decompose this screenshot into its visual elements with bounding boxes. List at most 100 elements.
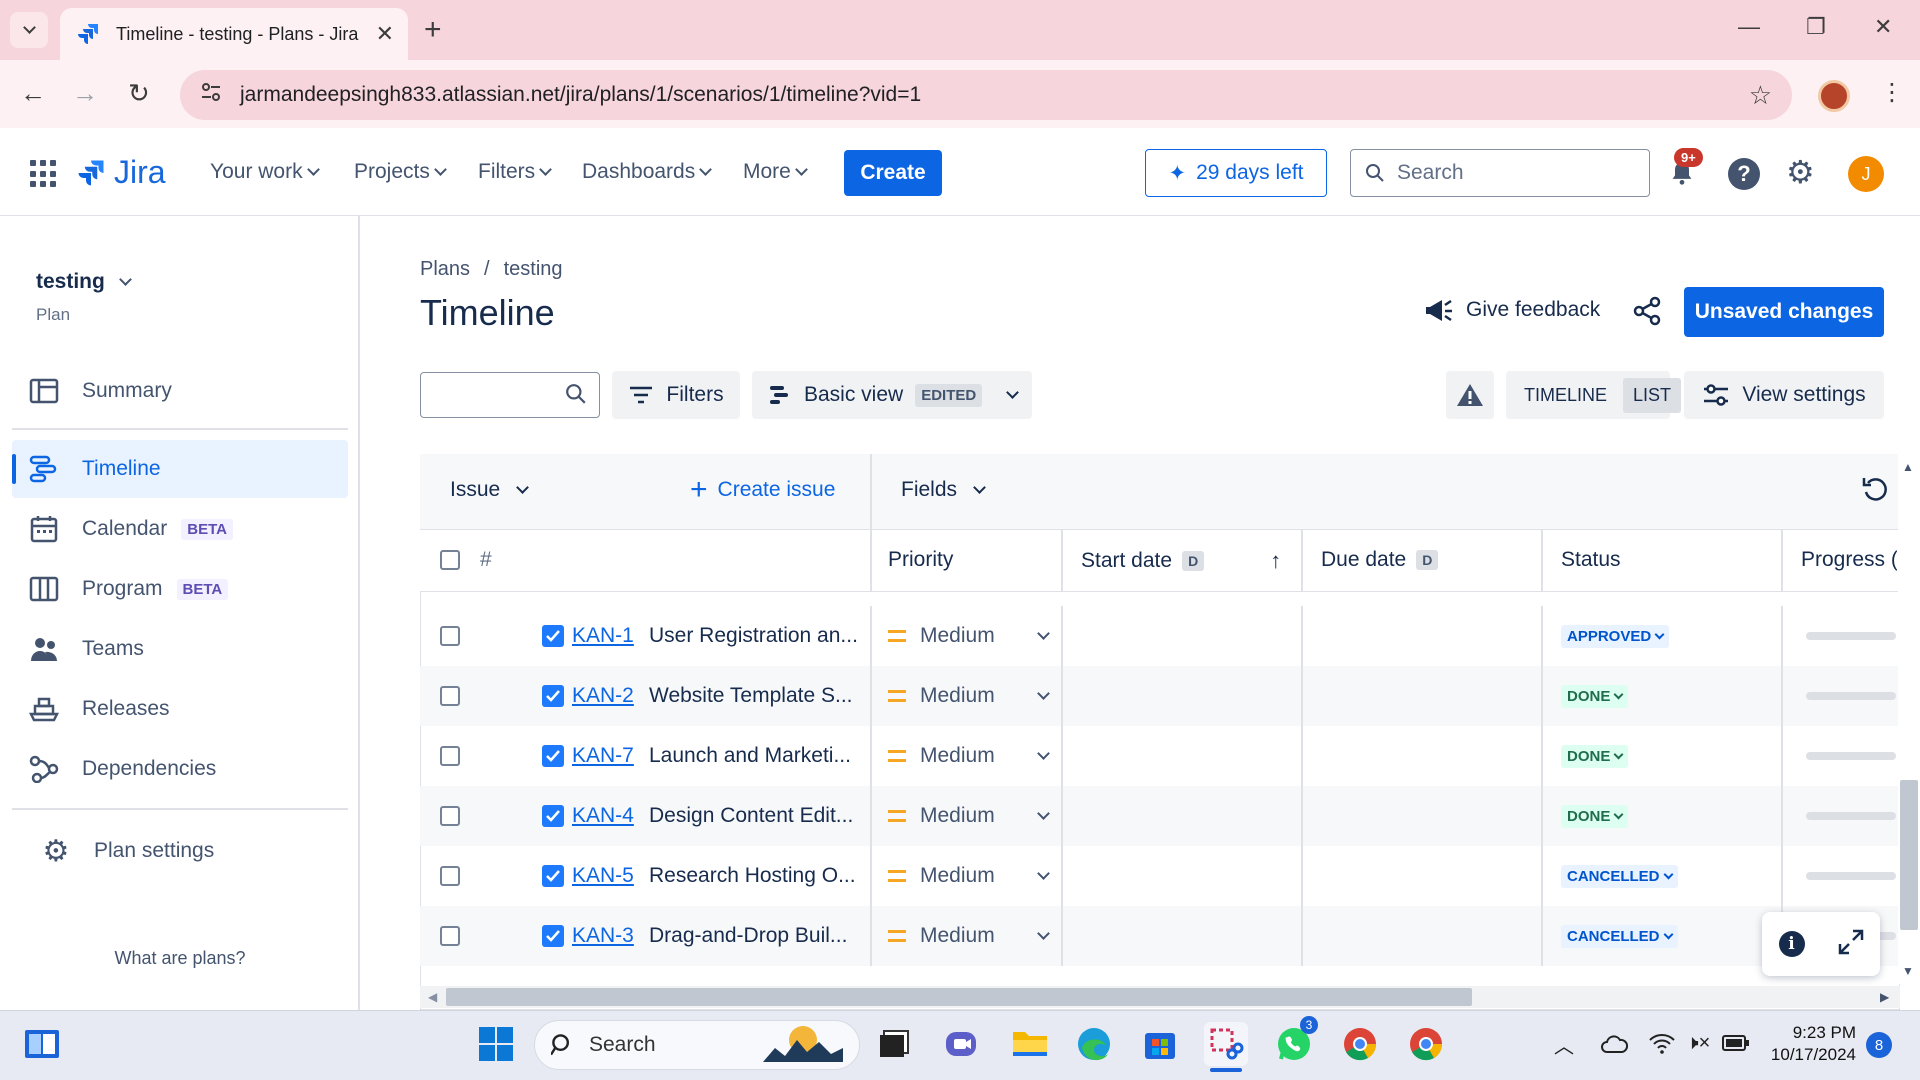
widgets-icon[interactable] — [20, 1022, 64, 1066]
issue-summary[interactable]: Drag-and-Drop Buil... — [649, 924, 847, 948]
system-clock[interactable]: 9:23 PM 10/17/2024 — [1756, 1022, 1856, 1066]
sidebar-item-program[interactable]: Program BETA — [12, 560, 348, 618]
sidebar-item-teams[interactable]: Teams — [12, 620, 348, 678]
issue-key-link[interactable]: KAN-1 — [572, 624, 634, 648]
status-header[interactable]: Status — [1561, 548, 1621, 572]
new-tab-icon[interactable]: + — [424, 12, 442, 48]
nav-more[interactable]: More — [743, 160, 808, 184]
close-tab-icon[interactable]: ✕ — [376, 21, 394, 47]
onedrive-icon[interactable] — [1600, 1032, 1629, 1059]
nav-your-work[interactable]: Your work — [210, 160, 320, 184]
status-lozenge[interactable]: DONE — [1561, 744, 1629, 768]
priority-cell[interactable]: Medium — [888, 906, 1050, 966]
view-settings-button[interactable]: View settings — [1684, 371, 1884, 419]
scroll-down-icon[interactable]: ▼ — [1902, 964, 1914, 978]
app-switcher-icon[interactable] — [30, 160, 58, 188]
create-button[interactable]: Create — [844, 150, 942, 196]
reset-icon[interactable] — [1860, 474, 1890, 509]
vertical-scroll-thumb[interactable] — [1900, 780, 1918, 930]
table-row[interactable]: KAN-1 User Registration an... Medium APPROV… — [420, 606, 1900, 666]
status-lozenge[interactable]: DONE — [1561, 684, 1629, 708]
forward-icon[interactable]: → — [72, 78, 98, 109]
progress-header[interactable]: Progress (i — [1801, 548, 1897, 572]
close-window-icon[interactable]: ✕ — [1874, 14, 1892, 40]
table-row[interactable]: KAN-2 Website Template S... Medium DONE — [420, 666, 1900, 726]
scroll-right-icon[interactable]: ▶ — [1880, 990, 1889, 1004]
due-date-header[interactable]: Due date D — [1321, 548, 1439, 572]
whatsapp-icon[interactable]: 3 — [1272, 1016, 1318, 1066]
share-icon[interactable] — [1632, 296, 1662, 331]
warnings-button[interactable] — [1446, 371, 1494, 419]
status-lozenge[interactable]: DONE — [1561, 804, 1629, 828]
tab-list[interactable]: LIST — [1623, 377, 1682, 413]
select-all-checkbox[interactable] — [440, 550, 460, 570]
scroll-up-icon[interactable]: ▲ — [1902, 460, 1914, 474]
what-are-plans-link[interactable]: What are plans? — [0, 948, 360, 969]
view-selector[interactable]: Basic view EDITED — [752, 371, 1032, 419]
nav-dashboards[interactable]: Dashboards — [582, 160, 713, 184]
issue-summary[interactable]: Website Template S... — [649, 684, 853, 708]
windows-start-icon[interactable] — [474, 1022, 518, 1066]
issue-summary[interactable]: Launch and Marketi... — [649, 744, 851, 768]
settings-gear-icon[interactable]: ⚙ — [1786, 154, 1815, 190]
filters-button[interactable]: Filters — [612, 371, 740, 419]
taskbar-search[interactable]: Search — [534, 1020, 860, 1070]
snipping-tool-icon[interactable] — [1204, 1022, 1248, 1066]
tab-search-button[interactable] — [10, 12, 48, 48]
scroll-left-icon[interactable]: ◀ — [428, 990, 437, 1004]
issue-key-link[interactable]: KAN-5 — [572, 864, 634, 888]
fullscreen-icon[interactable] — [1838, 929, 1864, 960]
priority-cell[interactable]: Medium — [888, 726, 1050, 786]
nav-filters[interactable]: Filters — [478, 160, 553, 184]
back-icon[interactable]: ← — [20, 78, 46, 109]
breadcrumb-testing[interactable]: testing — [504, 258, 563, 281]
plan-switcher[interactable]: testing — [36, 270, 132, 294]
chrome-profile-2-icon[interactable] — [1404, 1022, 1448, 1066]
row-checkbox[interactable] — [440, 866, 460, 886]
browser-menu-icon[interactable]: ⋮ — [1880, 78, 1904, 108]
microsoft-store-icon[interactable] — [1138, 1022, 1182, 1066]
row-checkbox[interactable] — [440, 686, 460, 706]
issue-summary[interactable]: Research Hosting O... — [649, 864, 856, 888]
row-checkbox[interactable] — [440, 926, 460, 946]
create-issue-button[interactable]: + Create issue — [690, 475, 835, 505]
teams-chat-icon[interactable] — [940, 1022, 984, 1066]
row-checkbox[interactable] — [440, 806, 460, 826]
site-settings-icon[interactable] — [200, 81, 222, 109]
trial-days-button[interactable]: ✦ 29 days left — [1145, 149, 1327, 197]
table-row[interactable]: KAN-7 Launch and Marketi... Medium DONE — [420, 726, 1900, 786]
sidebar-item-summary[interactable]: Summary — [12, 362, 348, 420]
horizontal-scroll-thumb[interactable] — [446, 988, 1472, 1006]
nav-projects[interactable]: Projects — [354, 160, 447, 184]
search-input[interactable]: Search — [1350, 149, 1650, 197]
table-row[interactable]: KAN-4 Design Content Edit... Medium DONE — [420, 786, 1900, 846]
priority-cell[interactable]: Medium — [888, 666, 1050, 726]
file-explorer-icon[interactable] — [1008, 1022, 1052, 1066]
issue-key-link[interactable]: KAN-7 — [572, 744, 634, 768]
sidebar-item-dependencies[interactable]: Dependencies — [12, 740, 348, 798]
sidebar-item-plan-settings[interactable]: ⚙ Plan settings — [12, 822, 348, 880]
status-lozenge[interactable]: CANCELLED — [1561, 924, 1678, 948]
priority-cell[interactable]: Medium — [888, 786, 1050, 846]
reload-icon[interactable]: ↻ — [128, 78, 150, 109]
status-lozenge[interactable]: APPROVED — [1561, 624, 1670, 648]
sidebar-item-releases[interactable]: Releases — [12, 680, 348, 738]
priority-cell[interactable]: Medium — [888, 846, 1050, 906]
volume-muted-icon[interactable]: 🕨× — [1686, 1032, 1710, 1055]
chrome-profile-1-icon[interactable] — [1338, 1022, 1382, 1066]
sort-arrow-up-icon[interactable]: ↑ — [1270, 548, 1281, 574]
start-date-header[interactable]: Start date D ↑ — [1081, 548, 1281, 574]
issue-key-link[interactable]: KAN-2 — [572, 684, 634, 708]
bookmark-star-icon[interactable]: ☆ — [1749, 80, 1772, 111]
info-icon[interactable]: i — [1778, 931, 1805, 957]
table-row[interactable]: KAN-3 Drag-and-Drop Buil... Medium CANCELLE… — [420, 906, 1900, 966]
jira-logo[interactable]: Jira — [76, 154, 166, 191]
task-view-icon[interactable] — [872, 1022, 916, 1066]
give-feedback-button[interactable]: Give feedback — [1424, 296, 1600, 324]
battery-icon[interactable] — [1722, 1034, 1750, 1057]
issue-summary[interactable]: User Registration an... — [649, 624, 858, 648]
issue-column-menu[interactable]: Issue — [450, 478, 530, 502]
row-checkbox[interactable] — [440, 746, 460, 766]
issue-key-link[interactable]: KAN-4 — [572, 804, 634, 828]
table-row[interactable]: KAN-5 Research Hosting O... Medium CANCELLE… — [420, 846, 1900, 906]
